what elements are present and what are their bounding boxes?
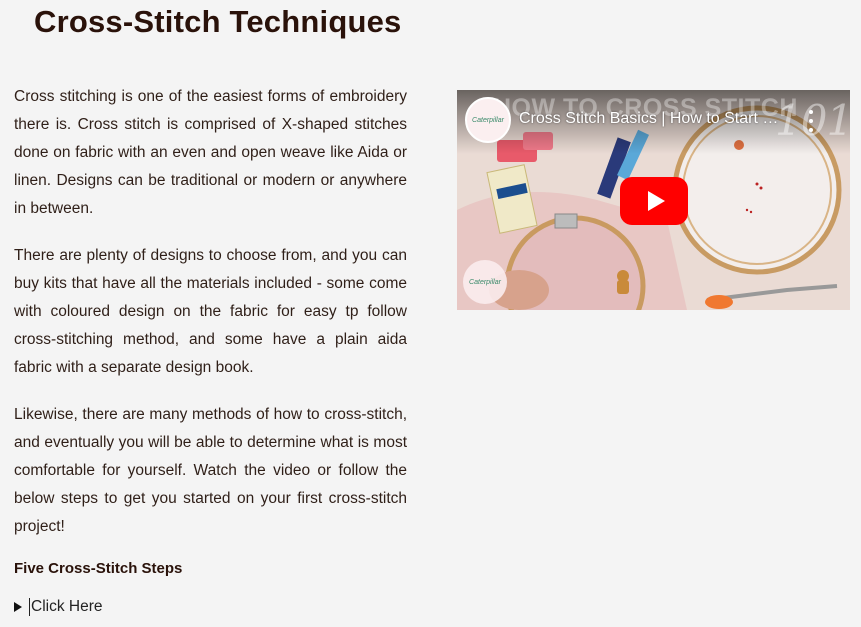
- steps-details-toggle[interactable]: Click Here: [14, 598, 102, 616]
- article-body: Cross stitching is one of the easiest fo…: [14, 83, 407, 560]
- video-embed[interactable]: HOW TO CROSS STITCH 101 Caterpillar Cros…: [457, 90, 850, 310]
- vertical-ellipsis-icon[interactable]: [807, 110, 815, 132]
- text-cursor: [29, 598, 30, 616]
- youtube-play-icon[interactable]: [647, 191, 665, 211]
- watermark-logo: Caterpillar: [469, 278, 501, 286]
- details-summary-label[interactable]: Click Here: [31, 598, 102, 616]
- intro-paragraph: Cross stitching is one of the easiest fo…: [14, 88, 407, 217]
- youtube-play-button[interactable]: [620, 177, 688, 225]
- page-title: Cross-Stitch Techniques: [34, 4, 402, 39]
- channel-watermark[interactable]: Caterpillar: [463, 260, 507, 304]
- disclosure-triangle-icon[interactable]: [14, 602, 22, 612]
- channel-name-logo: Caterpillar: [472, 116, 504, 124]
- video-title[interactable]: Cross Stitch Basics | How to Start Cross…: [519, 110, 789, 128]
- steps-heading: Five Cross-Stitch Steps: [14, 560, 183, 577]
- channel-avatar[interactable]: Caterpillar: [465, 97, 511, 143]
- methods-paragraph: Likewise, there are many methods of how …: [14, 406, 407, 535]
- kits-paragraph: There are plenty of designs to choose fr…: [14, 247, 407, 376]
